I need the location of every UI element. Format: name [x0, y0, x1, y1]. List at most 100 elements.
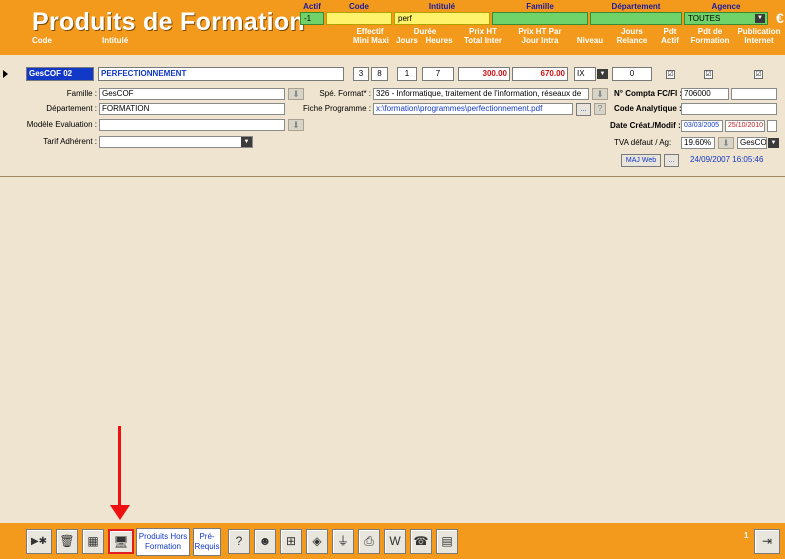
col-header-pdt-actif: Actif	[661, 36, 679, 45]
tarif-adherent-label: Tarif Adhérent :	[43, 137, 97, 146]
row-jours-field[interactable]: 1	[397, 67, 417, 81]
euro-icon[interactable]: €	[776, 10, 784, 26]
current-record-indicator	[3, 70, 8, 78]
col-header-maxi: Maxi	[371, 36, 389, 45]
last-update-timestamp: 24/09/2007 16:05:46	[690, 155, 764, 164]
arrow-down-icon[interactable]: ⬇	[718, 137, 734, 149]
exit-door-icon[interactable]: ⇥	[754, 529, 780, 554]
chevron-down-icon[interactable]: ▼	[755, 14, 765, 23]
trash-icon[interactable]: 🗑	[56, 529, 78, 554]
filter-label-actif: Actif	[303, 2, 321, 11]
date-modification-field[interactable]: 25/10/2010	[725, 120, 765, 132]
filter-label-agence: Agence	[711, 2, 741, 11]
fiche-programme-label: Fiche Programme :	[302, 104, 371, 113]
col-header-heures: Heures	[425, 36, 453, 45]
phone-icon[interactable]: ☎	[410, 529, 432, 554]
tarif-adherent-select[interactable]	[99, 136, 253, 148]
filter-code-input[interactable]	[326, 12, 392, 25]
pre-requis-button[interactable]: Pré-Requis	[193, 528, 221, 556]
page-title: Produits de Formation	[32, 8, 305, 36]
modele-evaluation-field[interactable]	[99, 119, 285, 131]
filter-departement-input[interactable]	[590, 12, 682, 25]
spe-format-field[interactable]: 326 - Informatique, traitement de l'info…	[373, 88, 589, 100]
new-record-icon[interactable]: ▶✱	[26, 529, 52, 554]
calculator-icon[interactable]: ▤	[436, 529, 458, 554]
arrow-down-icon[interactable]: ⬇	[288, 119, 304, 131]
row-code-field[interactable]: GesCOF 02	[26, 67, 94, 81]
row-niveau-select[interactable]: IX	[574, 67, 596, 81]
pdt-formation-checkbox[interactable]: ☑	[704, 70, 713, 79]
filter-famille-input[interactable]	[492, 12, 588, 25]
produits-formation-window: Produits de Formation Actif -1 Code Inti…	[0, 0, 785, 559]
browse-file-button[interactable]: ...	[576, 103, 591, 116]
tva-agence-select[interactable]: GesCO	[737, 137, 767, 149]
header-bar: Produits de Formation Actif -1 Code Inti…	[0, 0, 785, 55]
date-creation-field[interactable]: 03/03/2005	[681, 120, 723, 132]
tva-field[interactable]: 19.60%	[681, 137, 715, 149]
chevron-down-icon[interactable]: ▼	[597, 69, 608, 79]
filter-actif-input[interactable]: -1	[300, 12, 324, 25]
detail-form: Famille : GesCOF ⬇ Département : FORMATI…	[0, 83, 785, 175]
compta-field[interactable]: 706000	[681, 88, 729, 100]
print-icon[interactable]: ⎙	[358, 529, 380, 554]
table-view-icon[interactable]: ▦	[82, 529, 104, 554]
col-header-code: Code	[32, 36, 52, 45]
filter-intitule-input[interactable]: perf	[394, 12, 490, 25]
annotation-arrow-shaft	[118, 426, 121, 511]
filter-label-famille: Famille	[526, 2, 554, 11]
organigram-icon[interactable]: ⊞	[280, 529, 302, 554]
col-header-pdt-formation: Formation	[690, 36, 730, 45]
col-header-prix-ht: Prix HT	[468, 27, 497, 36]
filter-agence-select[interactable]: TOUTES ▼	[684, 12, 768, 25]
col-header-publication: Publication	[737, 27, 781, 36]
pdt-actif-checkbox[interactable]: ☑	[666, 70, 675, 79]
annotation-arrow-head	[110, 505, 130, 520]
help-book-icon[interactable]: ?	[228, 529, 250, 554]
produits-hors-formation-icon[interactable]: 🖥	[108, 529, 134, 554]
row-relance-field[interactable]: 0	[612, 67, 652, 81]
stack-icon[interactable]: ◈	[306, 529, 328, 554]
help-icon[interactable]: ?	[594, 103, 606, 115]
famille-field[interactable]: GesCOF	[99, 88, 285, 100]
date-extra-field[interactable]	[767, 120, 777, 132]
maj-web-button[interactable]: MAJ Web	[621, 154, 661, 167]
row-mini-field[interactable]: 3	[353, 67, 369, 81]
chevron-down-icon[interactable]: ▼	[241, 137, 252, 147]
col-header-relance: Relance	[616, 36, 648, 45]
section-divider	[0, 176, 785, 177]
col-header-intitule: Intitulé	[102, 36, 129, 45]
chevron-down-icon[interactable]: ▼	[768, 138, 779, 148]
col-header-mini: Mini	[353, 36, 369, 45]
row-prix-total-field[interactable]: 300.00	[458, 67, 510, 81]
col-header-pdt: Pdt	[663, 27, 677, 36]
row-maxi-field[interactable]: 8	[371, 67, 388, 81]
arrow-down-icon[interactable]: ⬇	[288, 88, 304, 100]
compta-field-2[interactable]	[731, 88, 777, 100]
arrow-down-icon[interactable]: ⬇	[592, 88, 608, 100]
code-analytique-field[interactable]	[681, 103, 777, 115]
col-header-jour-intra: Jour Intra	[521, 36, 559, 45]
col-header-total-inter: Total Inter	[463, 36, 503, 45]
row-intitule-field[interactable]: PERFECTIONNEMENT	[98, 67, 344, 81]
filter-label-departement: Département	[611, 2, 661, 11]
departement-field[interactable]: FORMATION	[99, 103, 285, 115]
fiche-programme-field[interactable]: x:\formation\programmes\perfectionnement…	[373, 103, 573, 115]
col-header-niveau: Niveau	[576, 36, 604, 45]
filter-label-intitule: Intitulé	[428, 2, 456, 11]
modele-evaluation-label: Modèle Evaluation :	[26, 120, 97, 129]
word-icon[interactable]: W	[384, 529, 406, 554]
row-prix-jour-field[interactable]: 670.00	[512, 67, 568, 81]
col-header-internet: Internet	[744, 36, 774, 45]
bottom-toolbar: ▶✱ 🗑 ▦ 🖥 Produits Hors Formation Pré-Req…	[0, 523, 785, 559]
contacts-icon[interactable]: ☻	[254, 529, 276, 554]
col-header-prix-par: Prix HT Par	[518, 27, 562, 36]
filter-icon[interactable]: ⏚	[332, 529, 354, 554]
publication-internet-checkbox[interactable]: ☑	[754, 70, 763, 79]
produits-hors-formation-button[interactable]: Produits Hors Formation	[136, 528, 190, 556]
page-number: 1	[744, 531, 749, 540]
col-header-pdt-de: Pdt de	[697, 27, 723, 36]
row-heures-field[interactable]: 7	[422, 67, 454, 81]
agence-value: TOUTES	[688, 14, 721, 23]
date-creat-modif-label: Date Créat./Modif :	[610, 121, 681, 130]
maj-web-more-button[interactable]: ...	[664, 154, 679, 167]
